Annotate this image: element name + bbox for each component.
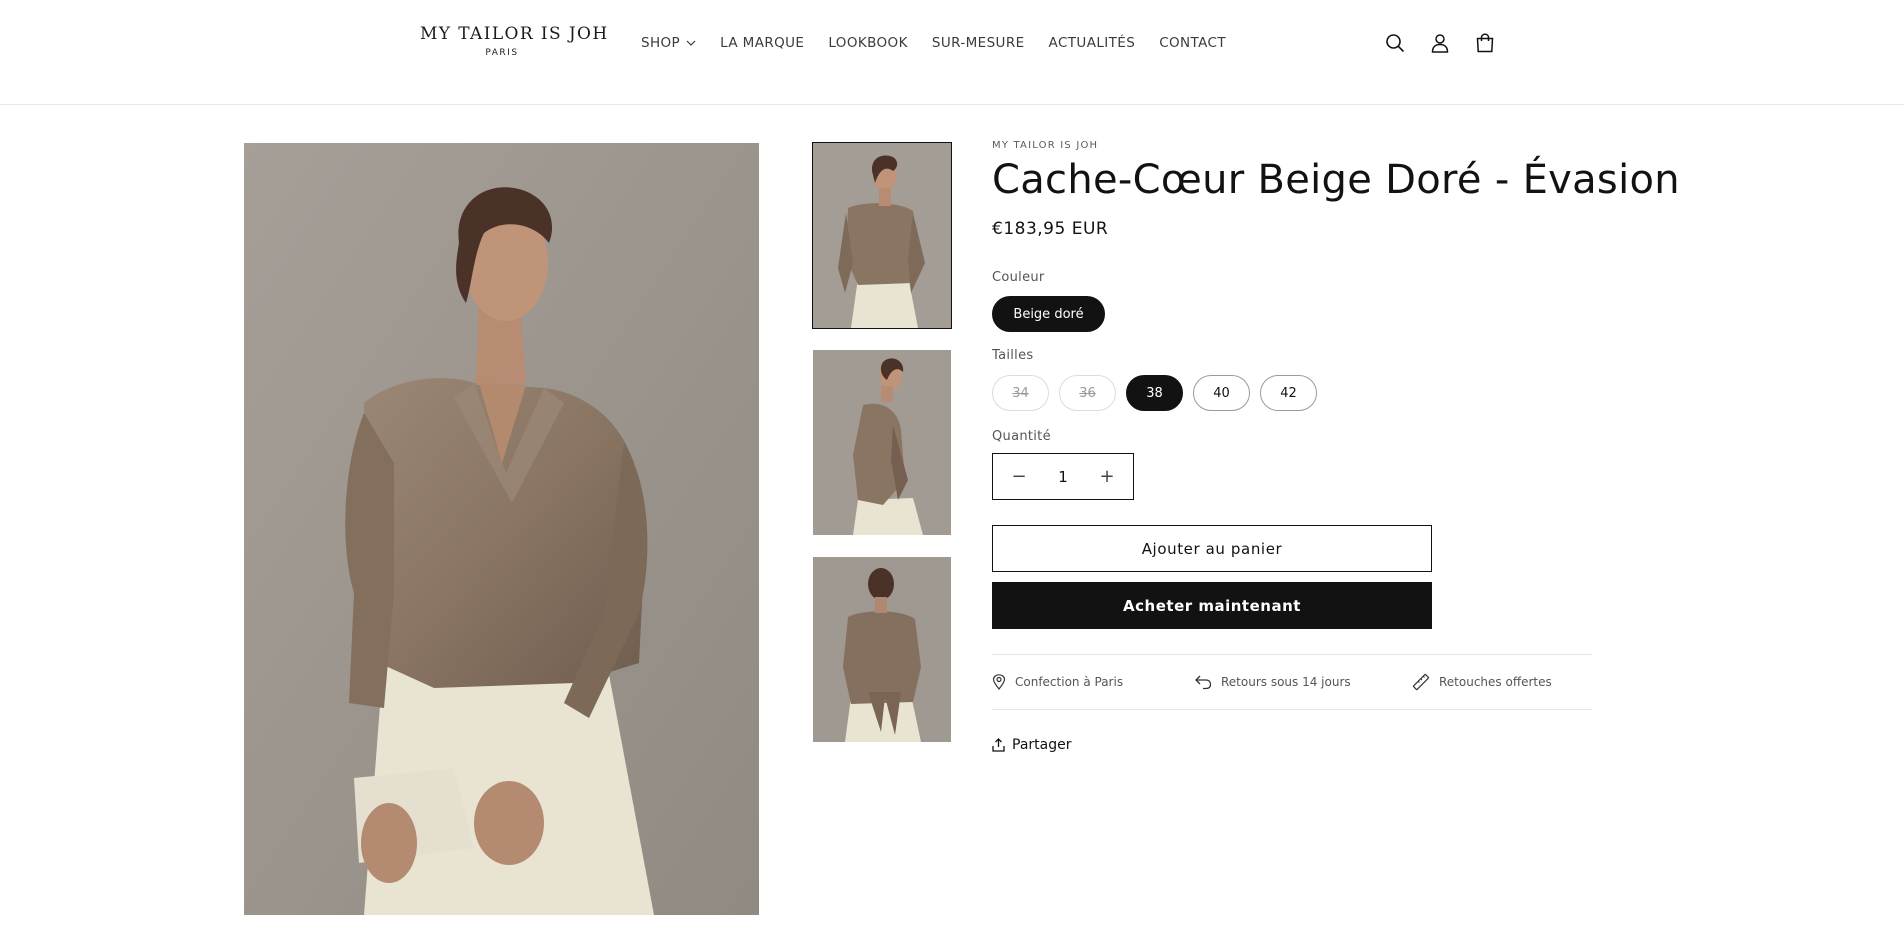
buy-now-button[interactable]: Acheter maintenant bbox=[992, 582, 1432, 629]
product-features: Confection à Paris Retours sous 14 jours… bbox=[992, 654, 1592, 710]
feature-label: Retouches offertes bbox=[1439, 675, 1552, 689]
product-vendor: MY TAILOR IS JOH bbox=[992, 140, 1099, 151]
nav-shop-label: SHOP bbox=[641, 35, 681, 51]
header-icons bbox=[1383, 31, 1497, 55]
color-label: Couleur bbox=[992, 270, 1045, 285]
quantity-input[interactable]: 1 bbox=[1058, 468, 1068, 486]
cart-icon[interactable] bbox=[1473, 31, 1497, 55]
feature-label: Retours sous 14 jours bbox=[1221, 675, 1351, 689]
account-icon[interactable] bbox=[1428, 31, 1452, 55]
quantity-increase-button[interactable]: + bbox=[1099, 466, 1115, 487]
search-icon[interactable] bbox=[1383, 31, 1407, 55]
size-label: Tailles bbox=[992, 348, 1034, 363]
quantity-decrease-button[interactable]: − bbox=[1011, 466, 1027, 487]
share-button[interactable]: Partager bbox=[992, 737, 1071, 753]
nav-contact[interactable]: CONTACT bbox=[1159, 35, 1226, 51]
feature-made-in-paris: Confection à Paris bbox=[992, 655, 1123, 709]
color-option-beige-dore[interactable]: Beige doré bbox=[992, 296, 1105, 332]
size-option-34[interactable]: 34 bbox=[992, 375, 1049, 411]
size-option-42[interactable]: 42 bbox=[1260, 375, 1317, 411]
site-header: MY TAILOR IS JOH PARIS SHOP LA MARQUE LO… bbox=[0, 0, 1904, 105]
feature-returns: Retours sous 14 jours bbox=[1194, 655, 1351, 709]
return-icon bbox=[1195, 675, 1212, 690]
size-option-40[interactable]: 40 bbox=[1193, 375, 1250, 411]
product-main-image[interactable] bbox=[244, 143, 759, 915]
product-price: €183,95 EUR bbox=[992, 219, 1109, 239]
product-thumbnail[interactable] bbox=[813, 350, 951, 535]
product-thumbnail[interactable] bbox=[813, 557, 951, 742]
share-icon bbox=[992, 738, 1005, 752]
nav-sur-mesure[interactable]: SUR-MESURE bbox=[932, 35, 1025, 51]
size-option-38[interactable]: 38 bbox=[1126, 375, 1183, 411]
chevron-down-icon bbox=[686, 40, 696, 46]
size-option-36[interactable]: 36 bbox=[1059, 375, 1116, 411]
product-info: MY TAILOR IS JOH Cache-Cœur Beige Doré -… bbox=[992, 140, 1680, 753]
feature-label: Confection à Paris bbox=[1015, 675, 1124, 689]
main-nav: SHOP LA MARQUE LOOKBOOK SUR-MESURE ACTUA… bbox=[641, 35, 1250, 51]
feature-alterations: Retouches offertes bbox=[1412, 655, 1552, 709]
pin-icon bbox=[992, 674, 1006, 690]
add-to-cart-button[interactable]: Ajouter au panier bbox=[992, 525, 1432, 572]
nav-lookbook[interactable]: LOOKBOOK bbox=[828, 35, 907, 51]
quantity-stepper: − 1 + bbox=[992, 453, 1134, 500]
nav-la-marque[interactable]: LA MARQUE bbox=[720, 35, 804, 51]
nav-shop[interactable]: SHOP bbox=[641, 35, 696, 51]
logo-wordmark: MY TAILOR IS JOH bbox=[420, 24, 609, 44]
nav-actualites[interactable]: ACTUALITÉS bbox=[1049, 35, 1136, 51]
share-label: Partager bbox=[1012, 737, 1072, 753]
product-title: Cache-Cœur Beige Doré - Évasion bbox=[992, 157, 1680, 203]
ruler-icon bbox=[1412, 673, 1430, 691]
quantity-label: Quantité bbox=[992, 429, 1051, 444]
logo-subtitle: PARIS bbox=[485, 48, 519, 58]
product-thumbnail[interactable] bbox=[812, 142, 952, 329]
logo[interactable]: MY TAILOR IS JOH PARIS bbox=[420, 24, 609, 58]
